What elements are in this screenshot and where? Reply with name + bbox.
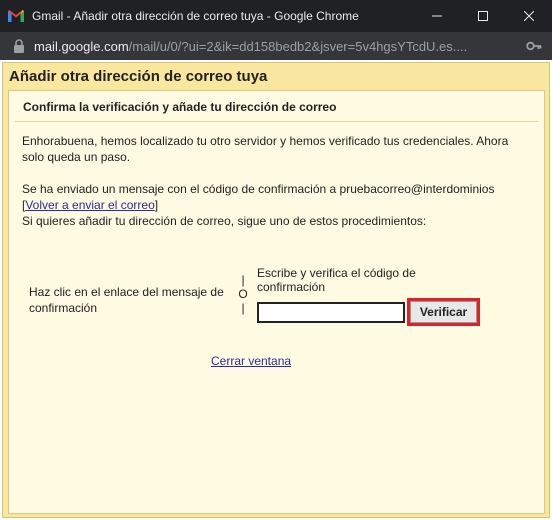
close-icon (524, 11, 534, 21)
window-titlebar: Gmail - Añadir otra dirección de correo … (0, 0, 552, 32)
url-host: mail.google.com (34, 38, 129, 54)
confirmation-code-input[interactable] (257, 302, 405, 323)
success-message: Enhorabuena, hemos localizado tu otro se… (22, 134, 509, 164)
url-path: /mail/u/0/?ui=2&ik=dd158bedb2&jsver=5v4h… (128, 38, 468, 54)
or-bar-top: | (241, 273, 245, 287)
close-window-link[interactable]: Cerrar ventana (211, 354, 291, 368)
dialog: Añadir otra dirección de correo tuya Con… (2, 62, 550, 518)
window-controls (414, 0, 552, 32)
instructions-text: Si quieres añadir tu dirección de correo… (22, 214, 427, 228)
or-label: O (238, 287, 248, 301)
maximize-icon (478, 11, 488, 21)
or-separator: | O | (236, 273, 250, 315)
option-click-link: Haz clic en el enlace del mensaje de con… (29, 285, 224, 315)
key-icon[interactable] (526, 39, 542, 53)
address-bar[interactable]: mail.google.com/mail/u/0/?ui=2&ik=dd158b… (0, 32, 552, 60)
dialog-body: Confirma la verificación y añade tu dire… (8, 90, 545, 514)
or-bar-bottom: | (241, 301, 245, 315)
resend-link-wrapper: [Volver a enviar el correo] (22, 198, 159, 212)
resend-link[interactable]: Volver a enviar el correo (25, 198, 154, 212)
option-code-label: Escribe y verifica el código de confirma… (257, 266, 416, 294)
dialog-title: Añadir otra dirección de correo tuya (9, 68, 268, 85)
dialog-subtitle: Confirma la verificación y añade tu dire… (23, 100, 337, 114)
verify-button[interactable]: Verificar (410, 301, 477, 323)
confirmation-info: Se ha enviado un mensaje con el código d… (22, 181, 542, 229)
gmail-icon (8, 10, 24, 22)
minimize-button[interactable] (414, 0, 460, 32)
maximize-button[interactable] (460, 0, 506, 32)
divider (15, 121, 538, 122)
close-button[interactable] (506, 0, 552, 32)
sent-message: Se ha enviado un mensaje con el código d… (22, 182, 495, 196)
lock-icon[interactable] (13, 39, 25, 53)
url-text[interactable]: mail.google.com/mail/u/0/?ui=2&ik=dd158b… (34, 39, 514, 54)
window-title: Gmail - Añadir otra dirección de correo … (32, 9, 359, 23)
minimize-icon (432, 15, 442, 17)
page-content: Añadir otra dirección de correo tuya Con… (0, 60, 552, 520)
